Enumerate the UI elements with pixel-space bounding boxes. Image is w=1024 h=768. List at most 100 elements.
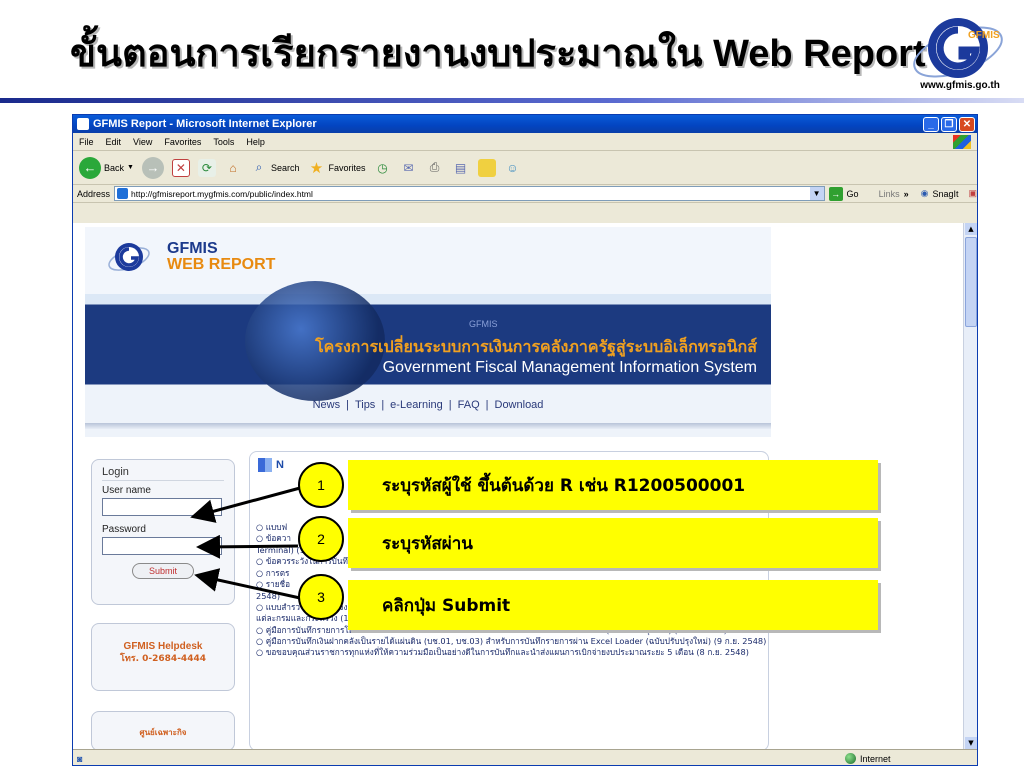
- vertical-scrollbar[interactable]: ▲ ▼: [963, 223, 977, 749]
- menu-file[interactable]: File: [79, 137, 94, 147]
- menu-bar: File Edit View Favorites Tools Help: [73, 133, 977, 151]
- menu-favorites[interactable]: Favorites: [164, 137, 201, 147]
- callout-step-3: คลิกปุ่ม Submit: [348, 580, 878, 630]
- helpdesk-title: GFMIS Helpdesk: [123, 641, 203, 652]
- banner-nav: News | Tips | e-Learning | FAQ | Downloa…: [85, 399, 771, 411]
- nav-sep: |: [485, 399, 489, 411]
- zone-label: Internet: [860, 753, 891, 764]
- star-icon: ★: [309, 159, 324, 177]
- nav-faq[interactable]: FAQ: [458, 399, 480, 411]
- address-value: http://gfmisreport.mygfmis.com/public/in…: [131, 188, 313, 199]
- messenger-icon[interactable]: ☺: [504, 159, 522, 177]
- minimize-button[interactable]: _: [923, 116, 939, 132]
- page-icon: [117, 188, 129, 199]
- page-status-icon: ◙: [77, 753, 83, 764]
- maximize-button[interactable]: ❐: [941, 116, 957, 132]
- step-number-1: 1: [298, 462, 344, 508]
- links-more[interactable]: »: [904, 189, 909, 199]
- history-icon[interactable]: ◷: [374, 159, 392, 177]
- links-button[interactable]: Links: [879, 189, 900, 199]
- snagit-button[interactable]: SnagIt: [932, 189, 958, 199]
- login-heading: Login: [102, 466, 224, 481]
- title-bar[interactable]: GFMIS Report - Microsoft Internet Explor…: [73, 115, 977, 133]
- menu-view[interactable]: View: [133, 137, 152, 147]
- username-label: User name: [102, 485, 151, 496]
- nav-news[interactable]: News: [313, 399, 341, 411]
- banner-divider: [85, 423, 771, 429]
- banner-thai-tagline: โครงการเปลี่ยนระบบการเงินการคลังภาครัฐสู…: [315, 337, 757, 356]
- nav-download[interactable]: Download: [495, 399, 544, 411]
- forward-button[interactable]: →: [141, 156, 164, 179]
- header-divider: [0, 98, 1024, 103]
- news-grid-icon: [258, 458, 272, 472]
- search-button[interactable]: ⌕ Search: [250, 159, 300, 177]
- capture-icon[interactable]: ▣: [968, 188, 977, 199]
- print-icon[interactable]: ⎙: [426, 159, 444, 177]
- center-box[interactable]: ศูนย์เฉพาะกิจ: [91, 711, 235, 749]
- favorites-button[interactable]: ★ Favorites: [307, 159, 366, 177]
- banner-web-report: WEB REPORT: [167, 256, 276, 273]
- news-item-text: ○ แบบฟ: [256, 522, 288, 532]
- close-button[interactable]: ✕: [959, 116, 975, 132]
- nav-elearning[interactable]: e-Learning: [390, 399, 443, 411]
- scroll-up-icon[interactable]: ▲: [965, 223, 977, 235]
- news-item-text: 2548): [256, 590, 281, 601]
- address-dropdown-icon[interactable]: ▼: [809, 187, 824, 200]
- search-label: Search: [270, 162, 300, 173]
- go-arrow-icon[interactable]: →: [828, 186, 843, 201]
- address-bar: Address http://gfmisreport.mygfmis.com/p…: [73, 185, 977, 203]
- callout-text: คลิกปุ่ม Submit: [382, 595, 511, 616]
- home-icon[interactable]: ⌂: [224, 159, 242, 177]
- helpdesk-box[interactable]: GFMIS Helpdesk โทร. 0-2684-4444: [91, 623, 235, 691]
- toolbar: ← Back ▼ → ✕ ⟳ ⌂ ⌕ Search ★ Favorites ◷ …: [73, 151, 977, 185]
- password-input[interactable]: [102, 537, 222, 555]
- mail-icon[interactable]: ✉: [400, 159, 418, 177]
- banner-watermark: GFMIS: [469, 319, 498, 329]
- menu-help[interactable]: Help: [246, 137, 265, 147]
- banner-english-tagline: Government Fiscal Management Information…: [382, 359, 757, 376]
- submit-button[interactable]: Submit: [132, 563, 194, 579]
- menu-tools[interactable]: Tools: [213, 137, 234, 147]
- username-input[interactable]: [102, 498, 222, 516]
- password-label: Password: [102, 524, 146, 535]
- news-item[interactable]: ○ คู่มือการบันทึกเงินฝากคลังเป็นรายได้แผ…: [256, 636, 768, 647]
- news-item-text: ○ ขอขอบคุณส่วนราชการทุกแห่งที่ให้ความร่ว…: [256, 647, 749, 658]
- news-item-text: ○ คู่มือการบันทึกเงินฝากคลังเป็นรายได้แผ…: [256, 635, 767, 646]
- menu-edit[interactable]: Edit: [106, 137, 122, 147]
- news-item-text: ○ รายชื่อ: [256, 579, 291, 590]
- scroll-down-icon[interactable]: ▼: [965, 737, 977, 749]
- helpdesk-phone: โทร. 0-2684-4444: [120, 654, 206, 664]
- back-dropdown-icon: ▼: [127, 164, 134, 171]
- gfmis-banner-logo-icon: [108, 243, 150, 271]
- banner-gfmis: GFMIS: [167, 240, 218, 257]
- search-icon: ⌕: [255, 160, 263, 174]
- go-button[interactable]: Go: [847, 189, 859, 199]
- callout-step-1: ระบุรหัสผู้ใช้ ขึ้นต้นด้วย R เช่น R12005…: [348, 460, 878, 510]
- step-number-3: 3: [298, 574, 344, 620]
- back-arrow-icon: ←: [79, 156, 101, 179]
- news-item-text: ○ การตร: [256, 568, 290, 579]
- globe-icon: [845, 753, 856, 764]
- nav-tips[interactable]: Tips: [355, 399, 375, 411]
- stop-icon[interactable]: ✕: [171, 158, 190, 177]
- edit-icon[interactable]: ▤: [452, 159, 470, 177]
- logo-text: GFMIS: [968, 30, 1000, 41]
- page-title: ขั้นตอนการเรียกรายงานงบประมาณใน Web Repo…: [70, 33, 926, 75]
- refresh-icon[interactable]: ⟳: [197, 158, 216, 177]
- callout-text: ระบุรหัสผ่าน: [382, 533, 473, 554]
- scroll-thumb[interactable]: [965, 237, 977, 327]
- back-label: Back: [104, 162, 125, 173]
- zone-indicator: Internet: [845, 753, 891, 764]
- news-heading: N: [258, 458, 284, 472]
- news-heading-text: N: [276, 459, 284, 471]
- news-item[interactable]: ○ ขอขอบคุณส่วนราชการทุกแห่งที่ให้ความร่ว…: [256, 647, 768, 658]
- gfmis-banner: GFMIS WEB REPORT GFMIS โครงการเปลี่ยนระบ…: [85, 227, 771, 437]
- snagit-icon: ◉: [920, 188, 929, 198]
- callout-step-2: ระบุรหัสผ่าน: [348, 518, 878, 568]
- folder-icon[interactable]: [477, 158, 496, 177]
- login-panel: Login User name Password Submit: [91, 459, 235, 605]
- address-input[interactable]: http://gfmisreport.mygfmis.com/public/in…: [114, 186, 825, 201]
- back-button[interactable]: ← Back ▼: [79, 156, 134, 179]
- windows-flag-icon: [953, 134, 971, 149]
- ie-icon: [77, 118, 89, 130]
